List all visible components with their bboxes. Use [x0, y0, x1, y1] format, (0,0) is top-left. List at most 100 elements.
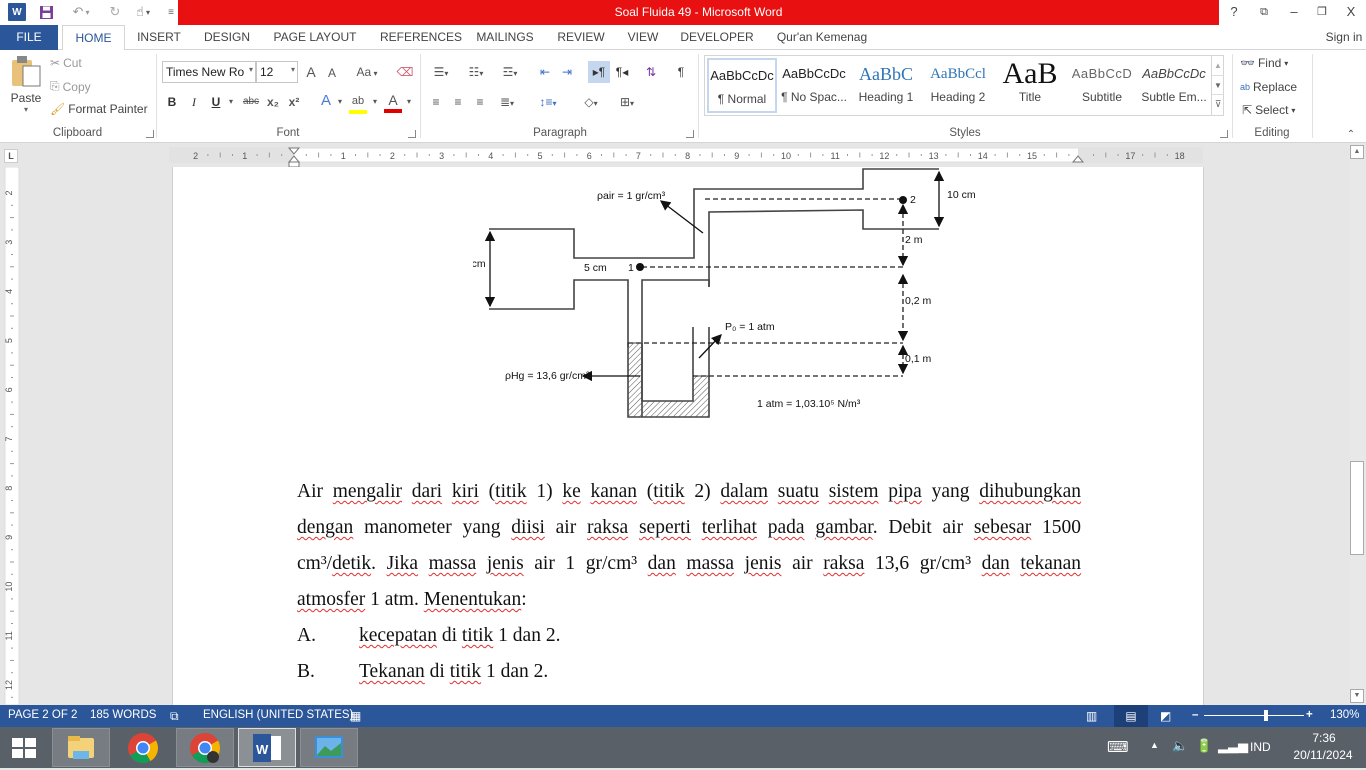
taskbar-chrome[interactable] — [114, 728, 172, 767]
scroll-down-button[interactable]: ▼ — [1350, 689, 1364, 703]
misspelled-word[interactable]: raksa — [823, 553, 864, 574]
misspelled-word[interactable]: kiri — [452, 481, 479, 502]
misspelled-word[interactable]: sebesar — [974, 517, 1031, 538]
misspelled-word[interactable]: Jika — [387, 553, 418, 574]
misspelled-word[interactable]: titik — [450, 661, 481, 682]
misspelled-word[interactable]: pada — [768, 517, 805, 538]
touch-mode-icon[interactable]: ☝ ▾ — [128, 3, 158, 21]
taskbar-word[interactable]: W — [238, 728, 296, 767]
close-button[interactable]: X — [1339, 2, 1363, 22]
style-normal[interactable]: AaBbCcDc ¶ Normal — [707, 58, 777, 113]
page-indicator[interactable]: PAGE 2 OF 2 — [8, 709, 77, 721]
misspelled-word[interactable]: massa — [429, 553, 477, 574]
misspelled-word[interactable]: kanan — [590, 481, 637, 502]
font-color-button[interactable]: A — [384, 91, 402, 113]
tab-references[interactable]: REFERENCES — [374, 25, 468, 50]
input-language[interactable]: IND — [1250, 740, 1271, 754]
misspelled-word[interactable]: jenis — [745, 553, 782, 574]
help-button[interactable]: ? — [1222, 2, 1246, 22]
style-heading-2[interactable]: AaBbCcl Heading 2 — [923, 58, 993, 113]
read-mode-icon[interactable]: ▥ — [1086, 709, 1097, 723]
increase-indent-button[interactable]: ⇥ — [558, 63, 576, 81]
zoom-in-button[interactable]: + — [1306, 709, 1313, 721]
misspelled-word[interactable]: dengan — [297, 517, 353, 538]
misspelled-word[interactable]: mengalir — [333, 481, 402, 502]
styles-scroll-up-icon[interactable]: ▲ — [1212, 56, 1224, 75]
paste-button[interactable]: Paste ▾ — [6, 54, 46, 120]
redo-icon[interactable]: ↻ — [106, 3, 124, 21]
zoom-slider-thumb[interactable] — [1264, 710, 1268, 721]
misspelled-word[interactable]: dalam — [720, 481, 768, 502]
word-app-icon[interactable]: W — [8, 3, 26, 21]
misspelled-word[interactable]: Tekanan — [359, 661, 425, 682]
borders-button[interactable]: ⊞▾ — [612, 93, 642, 113]
misspelled-word[interactable]: dan — [982, 553, 1010, 574]
format-painter-button[interactable]: 🖌 Format Painter — [50, 102, 148, 116]
underline-button[interactable]: U — [208, 93, 224, 111]
tab-file[interactable]: FILE — [0, 25, 58, 50]
align-right-button[interactable]: ≡ — [472, 93, 488, 111]
italic-button[interactable]: I — [186, 93, 202, 111]
misspelled-word[interactable]: tekanan — [1020, 553, 1081, 574]
subscript-button[interactable]: x₂ — [265, 93, 281, 111]
tab-home[interactable]: HOME — [62, 25, 125, 51]
vertical-scrollbar[interactable]: ▲ ▼ — [1349, 143, 1366, 705]
misspelled-word[interactable]: jenis — [487, 553, 524, 574]
paragraph-launcher-icon[interactable] — [686, 130, 694, 138]
change-case-button[interactable]: Aa ▾ — [352, 63, 382, 83]
show-formatting-button[interactable]: ¶ — [672, 63, 690, 81]
misspelled-word[interactable]: dari — [412, 481, 442, 502]
font-launcher-icon[interactable] — [408, 130, 416, 138]
scroll-thumb[interactable] — [1350, 461, 1364, 555]
touch-keyboard-icon[interactable]: ⌨ — [1107, 738, 1129, 756]
signal-icon[interactable]: ▂▃▅ — [1218, 738, 1248, 754]
macro-recording-icon[interactable]: ▦ — [350, 709, 361, 723]
multilevel-list-button[interactable]: ☲▾ — [496, 63, 524, 83]
bullets-button[interactable]: ☰▾ — [428, 63, 454, 83]
style-no-spacing[interactable]: AaBbCcDc ¶ No Spac... — [779, 58, 849, 113]
battery-icon[interactable]: 🔋 — [1196, 738, 1212, 754]
proofing-icon[interactable]: ⧉ — [170, 709, 179, 724]
start-button[interactable] — [10, 736, 38, 760]
decrease-indent-button[interactable]: ⇤ — [536, 63, 554, 81]
misspelled-word[interactable]: sistem — [829, 481, 879, 502]
customize-qat-icon[interactable]: ≡ — [164, 3, 178, 21]
sign-in-link[interactable]: Sign in — [1322, 25, 1366, 50]
replace-button[interactable]: ab Replace — [1240, 80, 1297, 94]
misspelled-word[interactable]: detik — [332, 553, 371, 574]
styles-launcher-icon[interactable] — [1220, 130, 1228, 138]
misspelled-word[interactable]: diisi — [511, 517, 545, 538]
styles-more-icon[interactable]: ⊽ — [1212, 94, 1224, 113]
strikethrough-button[interactable]: abc — [240, 93, 262, 111]
style-subtle-emphasis[interactable]: AaBbCcDc Subtle Em... — [1139, 58, 1209, 113]
style-heading-1[interactable]: AaBbC Heading 1 — [851, 58, 921, 113]
text-effects-button[interactable]: A — [318, 92, 334, 110]
tab-developer[interactable]: DEVELOPER — [676, 25, 758, 50]
line-spacing-button[interactable]: ↕≡▾ — [534, 93, 562, 113]
misspelled-word[interactable]: dan — [648, 553, 676, 574]
misspelled-word[interactable]: dihubungkan — [979, 481, 1081, 502]
zoom-out-button[interactable]: – — [1192, 709, 1198, 721]
tab-design[interactable]: DESIGN — [198, 25, 256, 50]
tab-view[interactable]: VIEW — [622, 25, 664, 50]
misspelled-word[interactable]: Menentukan — [424, 589, 521, 610]
save-icon[interactable] — [36, 3, 56, 21]
highlight-dropdown-icon[interactable]: ▾ — [371, 93, 379, 111]
clock-time[interactable]: 7:36 — [1296, 731, 1352, 745]
style-title[interactable]: AaB Title — [995, 58, 1065, 113]
misspelled-word[interactable]: massa — [686, 553, 734, 574]
taskbar-file-explorer[interactable] — [52, 728, 110, 767]
misspelled-word[interactable]: kecepatan — [359, 625, 437, 646]
font-size-combo[interactable]: 12 ▾ — [256, 61, 298, 83]
misspelled-word[interactable]: seperti — [639, 517, 691, 538]
superscript-button[interactable]: x² — [286, 93, 302, 111]
scroll-up-button[interactable]: ▲ — [1350, 145, 1364, 159]
rtl-direction-button[interactable]: ¶◂ — [612, 63, 632, 81]
underline-dropdown-icon[interactable]: ▾ — [226, 93, 236, 111]
text-effects-dropdown-icon[interactable]: ▾ — [336, 93, 344, 111]
show-hidden-icons[interactable]: ▲ — [1150, 740, 1159, 750]
highlight-button[interactable]: ab — [349, 92, 367, 114]
minimize-button[interactable]: – — [1282, 2, 1306, 22]
numbering-button[interactable]: ☷▾ — [462, 63, 490, 83]
zoom-level[interactable]: 130% — [1330, 709, 1359, 721]
